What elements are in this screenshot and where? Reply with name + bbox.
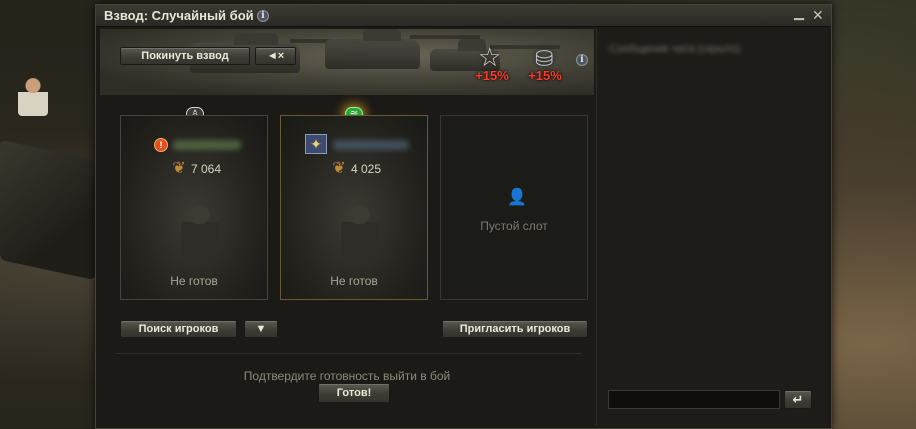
- background-tank: [0, 139, 95, 281]
- search-players-button[interactable]: Поиск игроков: [120, 320, 237, 338]
- header-banner: Покинуть взвод ◄× ☆ +15% ⛁ +15% i: [100, 29, 594, 95]
- send-icon[interactable]: ↵: [784, 390, 812, 409]
- player-rating: 7 064: [191, 162, 222, 176]
- rank-icon: !: [154, 138, 168, 152]
- mute-button[interactable]: ◄×: [255, 47, 296, 65]
- close-icon[interactable]: ✕: [812, 8, 824, 22]
- add-player-icon: 👤: [507, 189, 527, 206]
- platoon-window: Взвод: Случайный бой i ▁ ✕ Покинуть взво…: [95, 4, 832, 429]
- banner-tank-image: [325, 29, 480, 69]
- empty-slot-label: Пустой слот: [480, 219, 548, 233]
- player-status: Не готов: [170, 274, 218, 288]
- chat-input[interactable]: [608, 390, 780, 409]
- window-title: Взвод: Случайный бой: [104, 8, 254, 23]
- minimize-icon[interactable]: ▁: [794, 6, 804, 19]
- xp-bonus: ☆ +15%: [470, 44, 514, 88]
- player-slot-1[interactable]: ! ❦ 7 064 Не готов: [120, 115, 268, 300]
- player-slot-2[interactable]: ✦ ❦ 4 025 Не готов: [280, 115, 428, 300]
- rating-medal-icon: ❦: [172, 160, 186, 177]
- slot-background-figure: [341, 204, 379, 264]
- credits-bonus: ⛁ +15%: [523, 44, 567, 88]
- background-person: [18, 78, 48, 116]
- rating-medal-icon: ❦: [332, 160, 346, 177]
- empty-slot[interactable]: 👤 Пустой слот: [440, 115, 588, 300]
- filter-icon[interactable]: ▼: [244, 320, 278, 338]
- ready-button[interactable]: Готов!: [318, 383, 390, 403]
- xp-bonus-value: +15%: [475, 68, 509, 83]
- platoon-panel: Покинуть взвод ◄× ☆ +15% ⛁ +15% i ♙ ≋ ! …: [100, 29, 594, 426]
- star-icon: ☆: [478, 42, 502, 72]
- bonus-info-icon[interactable]: i: [576, 54, 588, 66]
- player-name: [333, 140, 409, 150]
- leave-platoon-button[interactable]: Покинуть взвод: [120, 47, 250, 65]
- clan-emblem-icon: ✦: [305, 134, 327, 154]
- invite-players-button[interactable]: Пригласить игроков: [442, 320, 588, 338]
- player-status: Не готов: [330, 274, 378, 288]
- slot-background-figure: [181, 204, 219, 264]
- confirm-ready-text: Подтвердите готовность выйти в бой: [243, 369, 451, 383]
- player-rating: 4 025: [351, 162, 382, 176]
- credits-bonus-value: +15%: [528, 68, 562, 83]
- title-bar[interactable]: Взвод: Случайный бой i ▁ ✕: [96, 5, 831, 27]
- info-icon[interactable]: i: [257, 10, 269, 22]
- chat-message: Сообщение чата (скрыто): [609, 43, 741, 55]
- divider: [116, 353, 582, 354]
- chat-panel: Сообщение чата (скрыто) ↵: [596, 29, 828, 426]
- player-name: [173, 140, 241, 150]
